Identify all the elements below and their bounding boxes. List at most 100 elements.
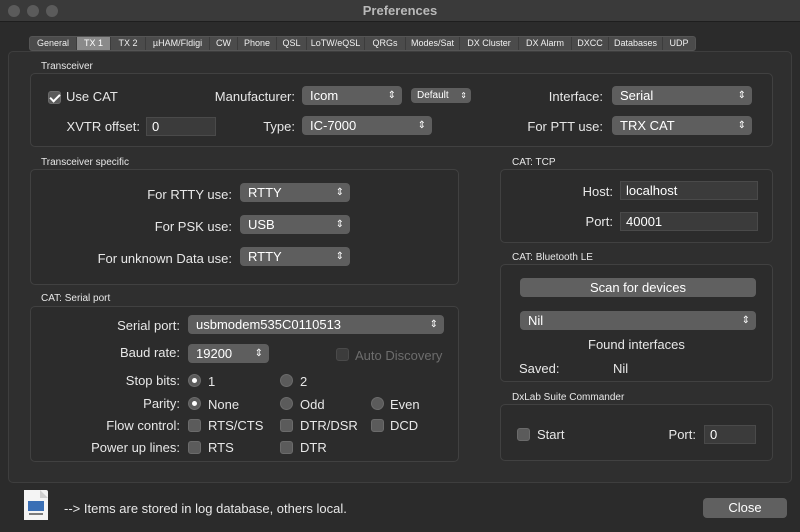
use-cat-label: Use CAT [66,89,118,104]
chevron-updown-icon: ⇕ [737,90,746,101]
flow-dtrdsr-checkbox[interactable] [280,419,293,432]
tab-databases[interactable]: Databases [609,37,663,50]
ble-device-value: Nil [528,313,544,328]
manufacturer-select[interactable]: Icom ⇕ [302,86,402,105]
host-field[interactable]: localhost [620,181,758,200]
dxlab-port-field[interactable]: 0 [704,425,756,444]
manufacturer-value: Icom [310,88,339,103]
flow-rtscts-checkbox[interactable] [188,419,201,432]
interface-select[interactable]: Serial ⇕ [612,86,752,105]
ptt-label: For PTT use: [527,119,603,134]
parity-even-label: Even [390,397,420,412]
auto-discovery-checkbox[interactable] [336,348,349,361]
saved-label: Saved: [519,361,560,376]
stop-bits-label: Stop bits: [125,373,180,388]
scan-devices-button[interactable]: Scan for devices [520,278,756,297]
serial-port-label: Serial port: [117,318,180,333]
interface-label: Interface: [548,89,603,104]
title-bar: Preferences [0,0,800,22]
parity-none-label: None [208,397,240,412]
unknown-data-select[interactable]: RTTY ⇕ [240,247,350,266]
tab-qsl[interactable]: QSL [277,37,307,50]
unknown-data-label: For unknown Data use: [97,251,232,266]
flow-dcd-checkbox[interactable] [371,419,384,432]
chevron-updown-icon: ⇕ [417,120,426,131]
dxlab-start-checkbox[interactable] [517,428,530,441]
stop-bits-2-label: 2 [300,374,308,389]
tcp-port-label: Port: [585,214,613,229]
parity-none-radio[interactable] [188,397,201,410]
rtty-value: RTTY [248,185,282,200]
tab-dx-alarm[interactable]: DX Alarm [519,37,572,50]
psk-label: For PSK use: [154,219,232,234]
tcp-title: CAT: TCP [512,157,556,168]
tab-lotw-eqsl[interactable]: LoTW/eQSL [307,37,365,50]
ptt-select[interactable]: TRX CAT ⇕ [612,116,752,135]
tab-uham-fldigi[interactable]: µHAM/Fldigi [146,37,210,50]
xvtr-offset-label: XVTR offset: [66,119,140,134]
stop-bits-1-radio[interactable] [188,374,201,387]
default-label: Default [417,90,449,101]
parity-label: Parity: [143,396,180,411]
host-label: Host: [582,184,613,199]
chevron-updown-icon: ⇕ [429,319,438,330]
tab-tx2[interactable]: TX 2 [111,37,146,50]
baud-rate-value: 19200 [196,346,233,361]
power-rts-checkbox[interactable] [188,441,201,454]
window-title: Preferences [362,3,438,18]
tab-dx-cluster[interactable]: DX Cluster [460,37,519,50]
dxlab-start-label: Start [537,427,565,442]
tab-udp[interactable]: UDP [663,37,695,50]
tab-dxcc[interactable]: DXCC [572,37,609,50]
chevron-updown-icon: ⇕ [460,91,467,100]
type-select[interactable]: IC-7000 ⇕ [302,116,432,135]
log-database-icon [24,490,48,520]
default-button[interactable]: Default ⇕ [411,88,471,103]
psk-select[interactable]: USB ⇕ [240,215,350,234]
stop-bits-1-label: 1 [208,374,216,389]
tcp-port-field[interactable]: 40001 [620,212,758,231]
power-dtr-label: DTR [300,440,327,455]
power-rts-label: RTS [208,440,234,455]
transceiver-group [30,73,773,147]
flow-control-label: Flow control: [106,418,180,433]
chevron-updown-icon: ⇕ [335,219,344,230]
close-button[interactable]: Close [703,498,787,518]
ptt-value: TRX CAT [620,118,675,133]
tab-general[interactable]: General [30,37,77,50]
tab-modes-sat[interactable]: Modes/Sat [406,37,460,50]
transceiver-title: Transceiver [41,61,93,72]
parity-odd-radio[interactable] [280,397,293,410]
type-value: IC-7000 [310,118,357,133]
xvtr-offset-field[interactable]: 0 [146,117,216,136]
tab-qrgs[interactable]: QRGs [365,37,406,50]
tab-cw[interactable]: CW [210,37,238,50]
specific-title: Transceiver specific [41,157,129,168]
stop-bits-2-radio[interactable] [280,374,293,387]
chevron-updown-icon: ⇕ [335,251,344,262]
chevron-updown-icon: ⇕ [387,90,396,101]
type-label: Type: [263,119,295,134]
rtty-select[interactable]: RTTY ⇕ [240,183,350,202]
manufacturer-label: Manufacturer: [214,89,295,104]
tab-phone[interactable]: Phone [238,37,277,50]
chevron-updown-icon: ⇕ [335,187,344,198]
flow-dcd-label: DCD [390,418,419,433]
serial-port-select[interactable]: usbmodem535C0110513 ⇕ [188,315,444,334]
parity-even-radio[interactable] [371,397,384,410]
auto-discovery-label: Auto Discovery [355,348,443,363]
chevron-updown-icon: ⇕ [737,120,746,131]
ble-device-select[interactable]: Nil ⇕ [520,311,756,330]
use-cat-checkbox[interactable] [48,91,61,104]
dxlab-port-label: Port: [668,427,696,442]
baud-rate-label: Baud rate: [120,345,180,360]
tab-tx1[interactable]: TX 1 [77,37,111,50]
unknown-data-value: RTTY [248,249,282,264]
parity-odd-label: Odd [300,397,325,412]
baud-rate-select[interactable]: 19200 ⇕ [188,344,269,363]
dxlab-title: DxLab Suite Commander [512,392,625,403]
power-dtr-checkbox[interactable] [280,441,293,454]
interface-value: Serial [620,88,654,103]
serial-port-value: usbmodem535C0110513 [196,317,342,332]
found-interfaces-label: Found interfaces [588,337,685,352]
